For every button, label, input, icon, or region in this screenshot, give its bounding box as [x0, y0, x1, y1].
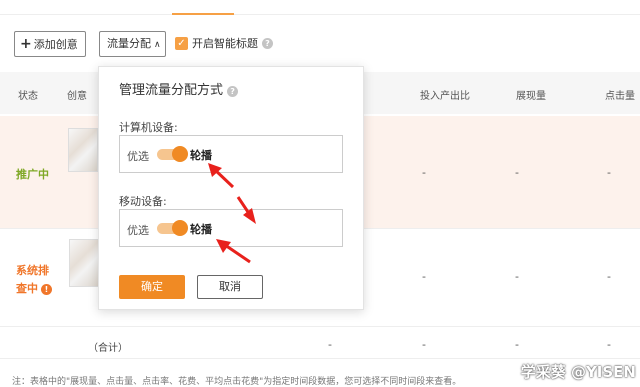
traffic-allocation-button[interactable]: 流量分配 ∧: [99, 31, 166, 57]
roi-value: -: [422, 166, 426, 179]
column-header-roi: 投入产出比: [420, 91, 470, 102]
status-badge: 系统排查中!: [16, 262, 58, 298]
clicks-value: -: [607, 270, 611, 283]
help-icon[interactable]: ?: [227, 86, 239, 97]
watermark: 学采葵 @YISEN: [520, 363, 636, 381]
status-badge: 推广中: [16, 168, 49, 181]
option-preferred-label: 优选: [127, 224, 149, 237]
creative-thumbnail[interactable]: [69, 239, 99, 287]
total-value: -: [422, 338, 426, 351]
total-label: （合计）: [88, 343, 128, 354]
add-creative-label: 添加创意: [33, 38, 78, 51]
smart-title-toggle[interactable]: ✓ 开启智能标题 ?: [175, 35, 273, 51]
mobile-allocation-switch[interactable]: 优选 轮播: [119, 209, 343, 247]
total-value: -: [607, 338, 611, 351]
toggle-knob[interactable]: [172, 220, 188, 236]
creative-thumbnail[interactable]: [68, 128, 98, 172]
total-value: -: [328, 338, 332, 351]
column-header-clicks: 点击量: [605, 91, 635, 102]
computer-device-label: 计算机设备:: [119, 121, 178, 134]
smart-title-label: 开启智能标题: [192, 37, 258, 50]
footnote: 注：表格中的"展现量、点击量、点击率、花费、平均点击花费"为指定时间段数据，您可…: [12, 377, 462, 387]
impressions-value: -: [515, 166, 519, 179]
column-header-impressions: 展现量: [516, 91, 546, 102]
option-rotate-label: 轮播: [190, 149, 212, 162]
top-divider: [0, 14, 640, 15]
row-divider: [0, 326, 640, 327]
help-icon[interactable]: ?: [262, 37, 273, 49]
column-header-status: 状态: [18, 91, 38, 102]
info-icon[interactable]: !: [41, 284, 52, 295]
column-header-creative: 创意: [67, 91, 87, 102]
option-preferred-label: 优选: [127, 150, 149, 163]
row-divider: [0, 358, 640, 359]
add-creative-button[interactable]: + 添加创意: [14, 31, 86, 57]
mobile-device-label: 移动设备:: [119, 195, 167, 208]
option-rotate-label: 轮播: [190, 223, 212, 236]
checkbox-checked-icon[interactable]: ✓: [175, 36, 188, 50]
impressions-value: -: [515, 270, 519, 283]
plus-icon: +: [20, 36, 32, 52]
clicks-value: -: [607, 166, 611, 179]
confirm-button[interactable]: 确定: [119, 275, 185, 299]
traffic-allocation-popover: 管理流量分配方式? 计算机设备: 优选 轮播 移动设备: 优选 轮播 确定 取消: [98, 66, 364, 310]
computer-allocation-switch[interactable]: 优选 轮播: [119, 135, 343, 173]
chevron-up-icon: ∧: [154, 40, 161, 50]
toggle-knob[interactable]: [172, 146, 188, 162]
popover-title-text: 管理流量分配方式: [119, 83, 224, 98]
roi-value: -: [422, 270, 426, 283]
total-value: -: [515, 338, 519, 351]
popover-title: 管理流量分配方式?: [119, 79, 239, 98]
active-tab-indicator: [172, 13, 234, 15]
cancel-button[interactable]: 取消: [197, 275, 263, 299]
traffic-allocation-label: 流量分配: [107, 37, 151, 50]
